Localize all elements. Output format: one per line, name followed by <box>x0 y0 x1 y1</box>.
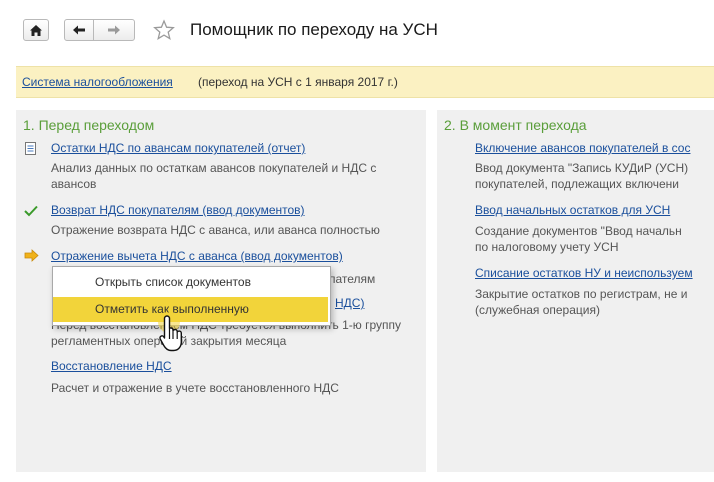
description-line: по налоговому учету УСН <box>475 240 619 254</box>
menu-item-open-documents[interactable]: Открыть список документов <box>53 270 328 295</box>
forward-button[interactable] <box>93 19 135 41</box>
at-transition-panel: 2. В момент перехода Включение авансов п… <box>437 110 714 472</box>
item-description: Расчет и отражение в учете восстановленн… <box>51 380 339 396</box>
description-line: регламентных операций закрытия месяца <box>51 334 287 348</box>
arrow-right-icon <box>107 24 121 36</box>
description-line: Создание документов "Ввод начальн <box>475 224 682 238</box>
home-icon <box>29 24 43 37</box>
back-button[interactable] <box>64 19 94 41</box>
description-line: покупателей, подлежащих включени <box>475 177 679 191</box>
item-description: Отражение возврата НДС с аванса, или ава… <box>51 222 380 238</box>
panel-title-before: 1. Перед переходом <box>23 117 155 133</box>
description-line: Анализ данных по остаткам авансов покупа… <box>51 161 377 175</box>
arrow-right-yellow-icon <box>24 249 39 267</box>
item-description: Создание документов "Ввод начальн по нал… <box>475 223 682 255</box>
page-title: Помощник по переходу на УСН <box>190 20 438 39</box>
description-line: (служебная операция) <box>475 303 600 317</box>
item-description: пателям <box>329 272 376 286</box>
info-bar: Система налогообложения (переход на УСН … <box>16 66 714 98</box>
panel-title-at: 2. В момент перехода <box>444 117 587 133</box>
transition-note: (переход на УСН с 1 января 2017 г.) <box>198 75 398 89</box>
checkmark-icon <box>24 204 38 222</box>
vat-restore-link[interactable]: Восстановление НДС <box>51 359 172 373</box>
item-description: Закрытие остатков по регистрам, не и (сл… <box>475 286 687 318</box>
arrow-left-icon <box>72 24 86 36</box>
write-off-balances-link[interactable]: Списание остатков НУ и неиспользуем <box>475 266 693 280</box>
context-menu: Открыть список документов Отметить как в… <box>52 266 331 326</box>
vat-deduction-link[interactable]: Отражение вычета НДС с аванса (ввод доку… <box>51 249 343 263</box>
hand-cursor-icon <box>155 311 191 359</box>
vat-refund-link[interactable]: Возврат НДС покупателям (ввод документов… <box>51 203 305 217</box>
report-advances-vat-link[interactable]: Остатки НДС по авансам покупателей (отче… <box>51 141 305 155</box>
description-line: Ввод документа "Запись КУДиР (УСН) <box>475 161 689 175</box>
description-line: авансов <box>51 177 97 191</box>
description-line: Закрытие остатков по регистрам, не и <box>475 287 688 301</box>
vat-restore-prep-link[interactable]: НДС) <box>335 296 364 310</box>
include-advances-link[interactable]: Включение авансов покупателей в сос <box>475 141 690 155</box>
home-button[interactable] <box>23 19 49 41</box>
top-bar: Помощник по переходу на УСН <box>0 0 714 58</box>
description-line: Расчет и отражение в учете восстановленн… <box>51 381 339 395</box>
opening-balances-link[interactable]: Ввод начальных остатков для УСН <box>475 203 670 217</box>
item-description: Анализ данных по остаткам авансов покупа… <box>51 160 376 192</box>
item-description: Ввод документа "Запись КУДиР (УСН) покуп… <box>475 160 688 192</box>
description-line: Отражение возврата НДС с аванса, или ава… <box>51 223 380 237</box>
document-icon <box>25 142 36 160</box>
star-icon[interactable] <box>153 19 175 46</box>
tax-system-link[interactable]: Система налогообложения <box>22 75 173 89</box>
